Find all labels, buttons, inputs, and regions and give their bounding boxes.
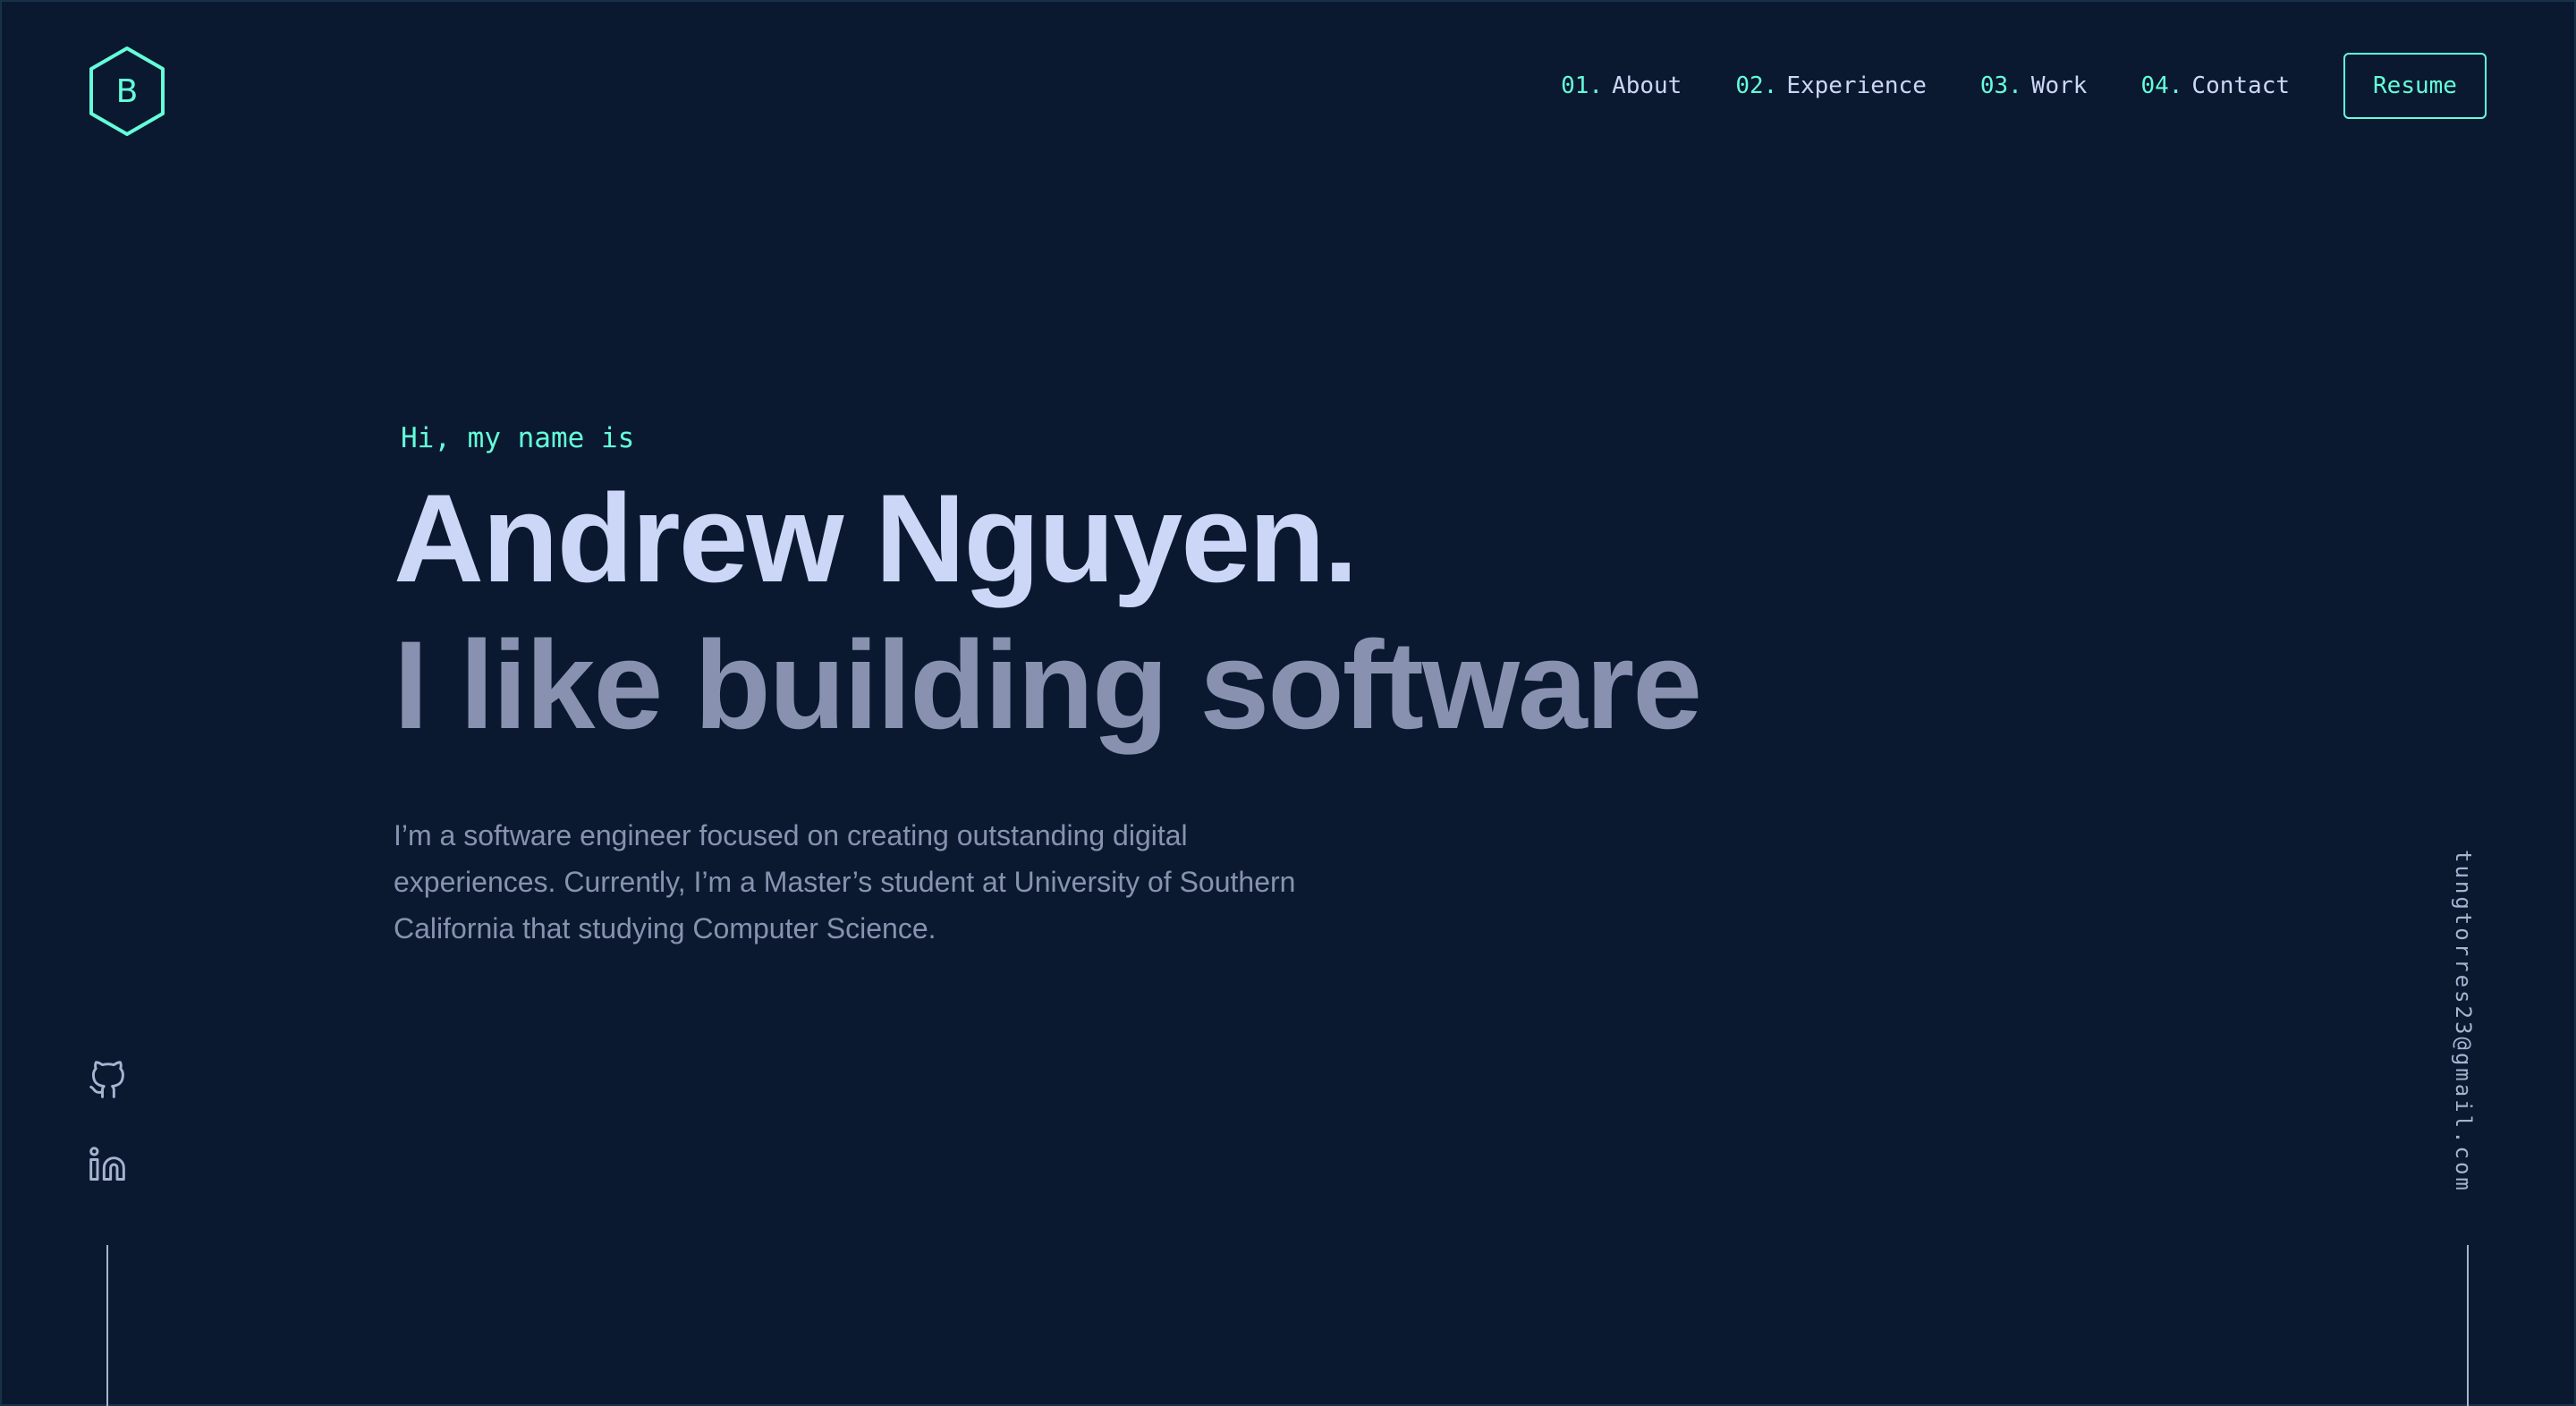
- nav-label: Experience: [1786, 72, 1927, 99]
- nav-item-contact[interactable]: 04. Contact: [2140, 72, 2290, 99]
- email-link[interactable]: tungtorres23@gmail.com: [2451, 850, 2476, 1193]
- nav-label: Work: [2030, 72, 2088, 99]
- hero-bio: I’m a software engineer focused on creat…: [394, 819, 1296, 944]
- logo-letter: B: [115, 72, 139, 110]
- left-vertical-line: [106, 1245, 108, 1406]
- nav-number: 01.: [1561, 72, 1604, 99]
- logo-link[interactable]: B: [86, 45, 168, 138]
- hero-name: Andrew Nguyen.: [394, 468, 1359, 608]
- hero-greeting: Hi, my name is: [401, 422, 635, 454]
- email-sidebar: tungtorres23@gmail.com: [2451, 850, 2487, 1198]
- resume-button[interactable]: Resume: [2343, 53, 2487, 119]
- nav-number: 03.: [1979, 72, 2022, 99]
- github-icon: [89, 1061, 124, 1098]
- nav-item-about[interactable]: 01. About: [1561, 72, 1682, 99]
- main-nav: 01. About 02. Experience 03. Work 04. Contac…: [1561, 50, 2487, 122]
- hero-section: Hi, my name is Andrew Nguyen. I like bui…: [394, 411, 1702, 952]
- linkedin-icon: [89, 1147, 125, 1181]
- nav-item-work[interactable]: 03. Work: [1980, 72, 2088, 99]
- nav-number: 02.: [1735, 72, 1778, 99]
- nav-label: About: [1612, 72, 1682, 99]
- portfolio-page: B 01. About 02. Experience 03. Work 04. Cont…: [0, 0, 2576, 1406]
- nav-number: 04.: [2140, 72, 2183, 99]
- right-vertical-line: [2467, 1245, 2469, 1406]
- hero-tagline: I like building software: [394, 614, 1702, 755]
- nav-label: Contact: [2191, 72, 2290, 99]
- github-link[interactable]: [88, 1061, 127, 1100]
- linkedin-link[interactable]: [88, 1145, 127, 1184]
- nav-item-experience[interactable]: 02. Experience: [1735, 72, 1927, 99]
- social-links: [88, 1061, 127, 1229]
